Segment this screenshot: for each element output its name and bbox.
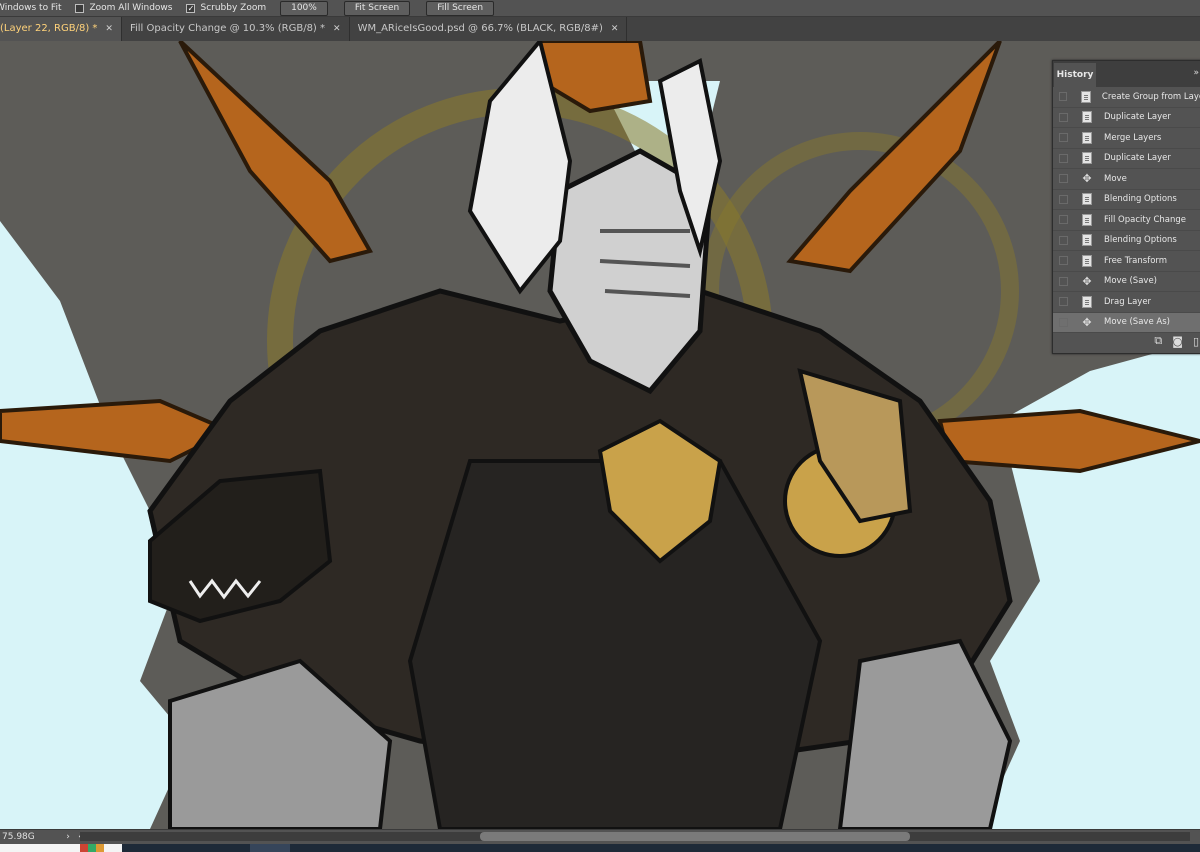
- history-state[interactable]: Merge Layers: [1053, 128, 1200, 149]
- document-icon: [1080, 152, 1094, 165]
- move-icon: ✥: [1082, 274, 1092, 288]
- os-taskbar: [0, 844, 1200, 852]
- snapshot-source-checkbox[interactable]: [1059, 194, 1068, 204]
- tab-history[interactable]: History: [1054, 63, 1096, 87]
- history-state-label: Blending Options: [1104, 194, 1177, 205]
- snapshot-source-checkbox[interactable]: [1059, 153, 1068, 163]
- history-state-label: Move (Save): [1104, 276, 1157, 287]
- document-icon: [1080, 234, 1094, 247]
- move-icon: ✥: [1082, 315, 1092, 329]
- zoom-100-button[interactable]: 100%: [280, 0, 328, 16]
- history-state-label: Duplicate Layer: [1104, 112, 1171, 123]
- history-state-label: Move (Save As): [1104, 317, 1170, 328]
- close-icon[interactable]: ✕: [333, 17, 341, 41]
- fill-screen-button[interactable]: Fill Screen: [426, 0, 495, 16]
- history-state[interactable]: Duplicate Layer: [1053, 149, 1200, 169]
- tab-label: (Layer 22, RGB/8) *: [0, 23, 98, 34]
- history-state[interactable]: ✥ Move: [1053, 169, 1200, 190]
- tab-layer-22[interactable]: (Layer 22, RGB/8) * ✕: [0, 17, 122, 41]
- scrollbar-thumb[interactable]: [480, 832, 910, 841]
- history-list: Create Group from Layers Duplicate Layer…: [1053, 87, 1200, 333]
- snapshot-source-checkbox[interactable]: [1059, 317, 1068, 327]
- history-state-label: Duplicate Layer: [1104, 153, 1171, 164]
- snapshot-source-checkbox[interactable]: [1059, 297, 1068, 307]
- history-state[interactable]: Drag Layer: [1053, 292, 1200, 313]
- document-icon: [1080, 254, 1094, 267]
- document-icon: [1080, 193, 1094, 206]
- tab-wm-aricegood[interactable]: WM_ARiceIsGood.psd @ 66.7% (BLACK, RGB/8…: [350, 17, 628, 41]
- history-state-label: Drag Layer: [1104, 296, 1152, 307]
- document-icon: [1080, 131, 1094, 144]
- tab-label: Fill Opacity Change @ 10.3% (RGB/8) *: [129, 23, 326, 34]
- history-panel: History » Create Group from Layers Dupli…: [1052, 60, 1200, 354]
- option-label: Zoom All Windows: [89, 3, 173, 13]
- history-state-label: Create Group from Layers: [1101, 91, 1200, 102]
- history-panel-footer: ⧉ ◙ ▯: [1053, 329, 1200, 353]
- option-scrubby-zoom[interactable]: ✓ Scrubby Zoom: [186, 3, 266, 13]
- document-size-info: 75.98G: [2, 832, 35, 842]
- new-document-from-state-icon[interactable]: ⧉: [1154, 334, 1162, 348]
- taskbar-button[interactable]: [250, 844, 290, 852]
- taskbar-app-area: [0, 844, 122, 852]
- history-state[interactable]: Fill Opacity Change: [1053, 210, 1200, 231]
- snapshot-source-checkbox[interactable]: [1059, 256, 1068, 266]
- option-windows-to-fit[interactable]: Windows to Fit: [0, 3, 61, 13]
- document-icon: [1080, 213, 1094, 226]
- tab-fill-opacity-change[interactable]: Fill Opacity Change @ 10.3% (RGB/8) * ✕: [122, 17, 350, 41]
- option-label: Windows to Fit: [0, 3, 62, 13]
- document-canvas[interactable]: History » Create Group from Layers Dupli…: [0, 41, 1200, 829]
- document-icon: [1080, 111, 1094, 124]
- history-state-label: Move: [1104, 173, 1127, 184]
- history-state-label: Free Transform: [1104, 255, 1168, 266]
- checkbox-icon[interactable]: [75, 3, 85, 13]
- snapshot-source-checkbox[interactable]: [1059, 215, 1068, 225]
- checkbox-checked-icon[interactable]: ✓: [186, 3, 196, 13]
- close-icon[interactable]: ✕: [105, 17, 113, 41]
- snapshot-source-checkbox[interactable]: [1059, 92, 1068, 102]
- status-bar: 75.98G › ‹: [0, 829, 1200, 844]
- options-bar: Windows to Fit Zoom All Windows ✓ Scrubb…: [0, 0, 1200, 17]
- history-state[interactable]: Blending Options: [1053, 231, 1200, 251]
- history-state[interactable]: ✥ Move (Save): [1053, 272, 1200, 292]
- horizontal-scrollbar[interactable]: [80, 832, 1190, 841]
- history-state-label: Blending Options: [1104, 235, 1177, 246]
- history-state-label: Fill Opacity Change: [1104, 214, 1186, 225]
- snapshot-source-checkbox[interactable]: [1059, 112, 1068, 122]
- fit-screen-button[interactable]: Fit Screen: [343, 0, 411, 16]
- option-label: Scrubby Zoom: [200, 3, 267, 13]
- document-tab-bar: (Layer 22, RGB/8) * ✕ Fill Opacity Chang…: [0, 17, 1200, 41]
- history-state[interactable]: Create Group from Layers: [1053, 87, 1200, 108]
- snapshot-source-checkbox[interactable]: [1059, 133, 1068, 143]
- history-panel-header: History »: [1053, 61, 1200, 87]
- camera-snapshot-icon[interactable]: ◙: [1172, 335, 1183, 348]
- close-icon[interactable]: ✕: [611, 17, 619, 41]
- document-icon: [1079, 90, 1092, 103]
- move-icon: ✥: [1082, 172, 1092, 186]
- snapshot-source-checkbox[interactable]: [1059, 235, 1068, 245]
- panel-menu-icon[interactable]: »: [1193, 68, 1199, 78]
- snapshot-source-checkbox[interactable]: [1059, 276, 1068, 286]
- tab-label: WM_ARiceIsGood.psd @ 66.7% (BLACK, RGB/8…: [357, 23, 603, 34]
- trash-icon[interactable]: ▯: [1193, 335, 1199, 348]
- document-icon: [1080, 295, 1094, 308]
- chevron-right-icon[interactable]: ›: [62, 832, 74, 842]
- history-state[interactable]: Blending Options: [1053, 190, 1200, 210]
- artwork-knight-illustration: [0, 41, 1200, 829]
- history-state[interactable]: Duplicate Layer: [1053, 108, 1200, 128]
- flag-icon: [80, 844, 104, 852]
- history-state-label: Merge Layers: [1104, 132, 1162, 143]
- snapshot-source-checkbox[interactable]: [1059, 174, 1068, 184]
- history-state[interactable]: Free Transform: [1053, 251, 1200, 272]
- option-zoom-all-windows[interactable]: Zoom All Windows: [75, 3, 172, 13]
